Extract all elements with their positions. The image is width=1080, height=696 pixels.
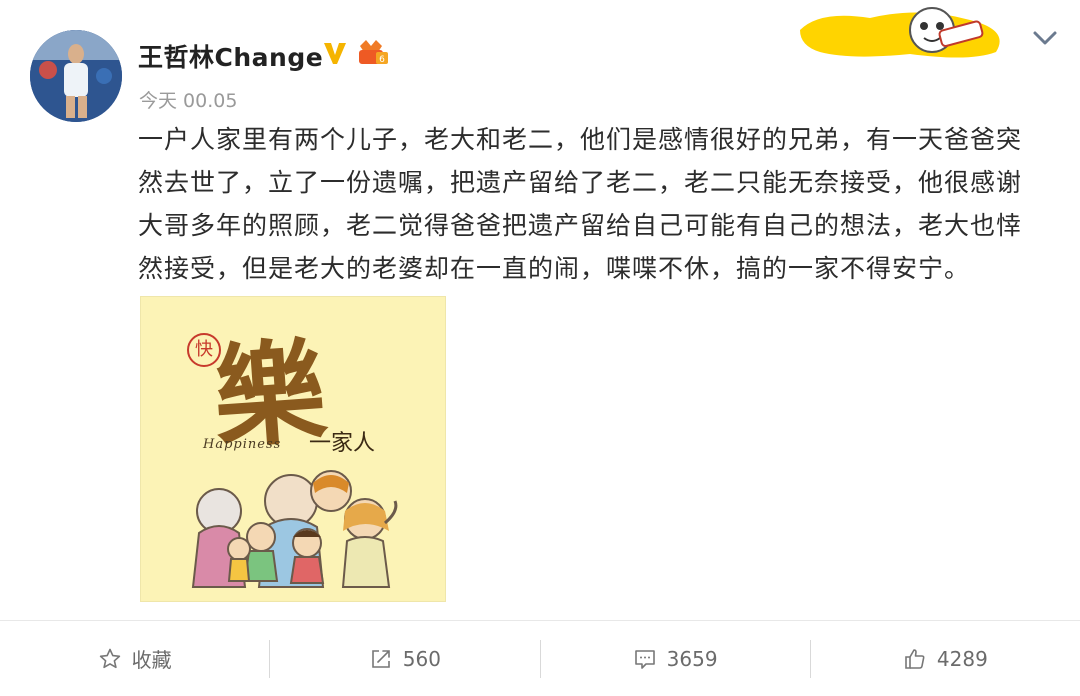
- like-button[interactable]: 4289: [811, 621, 1080, 696]
- post-image[interactable]: 快 樂 Happiness 一家人: [140, 296, 446, 602]
- like-count: 4289: [936, 646, 988, 671]
- share-count: 560: [402, 646, 441, 671]
- post-text: 一户人家里有两个儿子，老大和老二，他们是感情很好的兄弟，有一天爸爸突然去世了，立…: [138, 125, 1023, 283]
- chevron-down-icon[interactable]: [1030, 26, 1060, 50]
- post-timestamp: 今天 00.05: [139, 90, 238, 112]
- weibo-post-card: 王哲林Change 6 今天 00.05 一户人家里有两个儿子，老大和老二，他们…: [0, 0, 1080, 696]
- image-english-text: Happiness: [203, 437, 282, 452]
- username[interactable]: 王哲林Change: [138, 38, 323, 74]
- verified-v-icon: [324, 43, 346, 64]
- svg-text:6: 6: [379, 55, 385, 65]
- favorite-label: 收藏: [131, 648, 172, 672]
- action-bar: 收藏 560 3659 4289: [0, 621, 1080, 696]
- member-badge-icon[interactable]: 6: [356, 38, 390, 68]
- thumbs-up-icon: [905, 648, 925, 669]
- image-family-text: 一家人: [309, 431, 376, 456]
- avatar-photo: [30, 30, 122, 122]
- comment-icon: [634, 649, 655, 669]
- star-icon: [99, 648, 120, 668]
- decorative-sticker: [800, 7, 1000, 58]
- comment-button[interactable]: 3659: [541, 621, 810, 696]
- favorite-button[interactable]: 收藏: [0, 621, 269, 696]
- share-icon: [371, 649, 390, 668]
- share-button[interactable]: 560: [270, 621, 539, 696]
- comment-count: 3659: [666, 646, 718, 671]
- avatar[interactable]: [30, 30, 122, 122]
